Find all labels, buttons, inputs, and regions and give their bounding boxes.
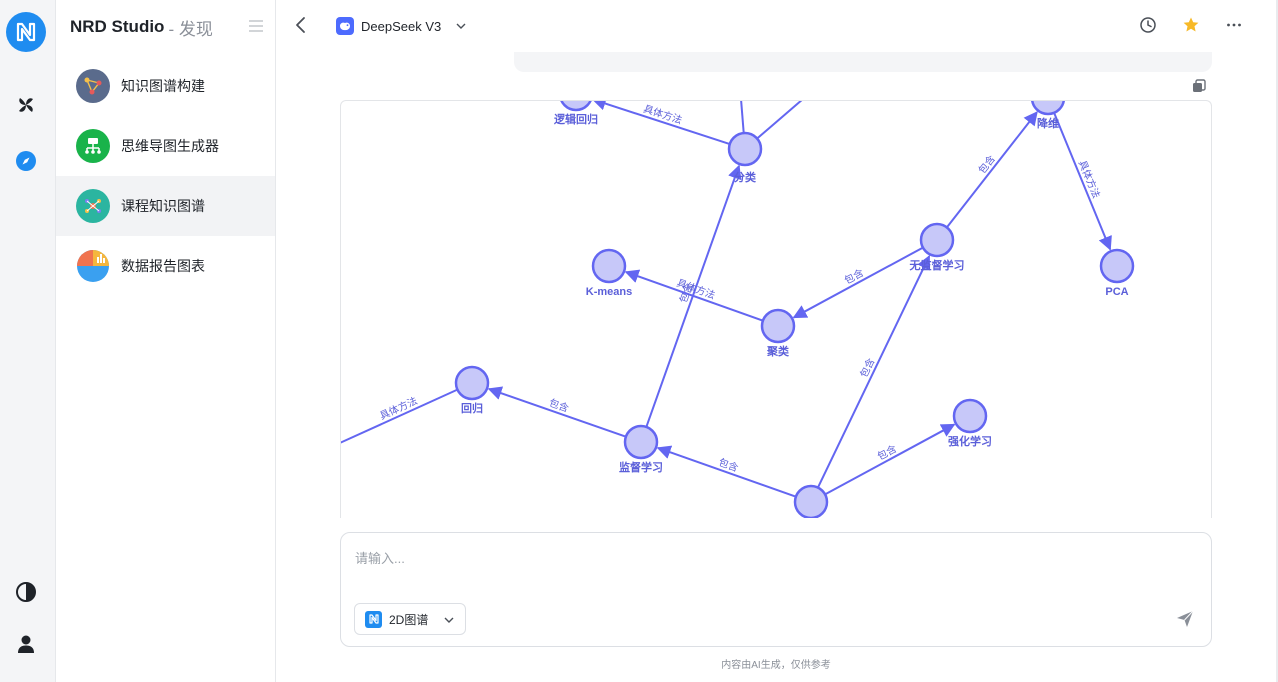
- graph-edge: [341, 388, 458, 444]
- course-graph-icon: [76, 189, 110, 223]
- graph-edge: [487, 386, 627, 438]
- graph-node-circle[interactable]: [952, 398, 988, 434]
- favorite-star-icon[interactable]: [1181, 15, 1201, 35]
- graph-node-label: PCA: [1105, 286, 1128, 298]
- collapse-menu-icon[interactable]: [248, 18, 264, 34]
- graph-node-label: 逻辑回归: [554, 112, 598, 126]
- graph-node-label: 降维: [1037, 116, 1059, 130]
- model-name: DeepSeek V3: [361, 18, 442, 34]
- app-subtitle: - 发现: [168, 19, 213, 39]
- graph-edge: [591, 101, 731, 145]
- graph-node-circle[interactable]: [1031, 101, 1065, 116]
- graph-edge-label: 包含: [857, 356, 877, 380]
- compass-icon[interactable]: [13, 148, 39, 174]
- graph-node-clustering[interactable]: 聚类: [760, 308, 796, 358]
- sidebar-item-knowledge-graph[interactable]: 知识图谱构建: [56, 56, 275, 116]
- pinwheel-icon[interactable]: [13, 92, 39, 118]
- graph-node-circle[interactable]: [1099, 248, 1135, 284]
- left-rail: [0, 0, 56, 682]
- model-selector[interactable]: DeepSeek V3: [336, 14, 467, 38]
- graph-node-logistic[interactable]: 逻辑回归: [554, 101, 598, 126]
- graph-node-supervised[interactable]: 监督学习: [619, 424, 663, 474]
- knowledge-graph-canvas[interactable]: 具体方法 包含 具体方法 包含 具体方法 包含 包含 包含 包含 包含 具体方法 逻辑回归 分类 降维无…: [340, 100, 1212, 518]
- graph-edge-label: 包含: [875, 442, 899, 463]
- graph-node-reinforcement[interactable]: 强化学习: [948, 398, 992, 448]
- message-composer: 2D图谱: [340, 532, 1212, 647]
- user-icon[interactable]: [13, 631, 39, 657]
- graph-edge: [946, 111, 1038, 229]
- graph-edge: [624, 269, 764, 322]
- deepseek-whale-icon: [336, 17, 354, 35]
- ai-disclaimer: 内容由AI生成，仅供参考: [721, 660, 831, 671]
- graph-node-circle[interactable]: [623, 424, 659, 460]
- graph-node-circle[interactable]: [454, 365, 490, 401]
- graph-edge: [1053, 112, 1112, 251]
- graph-edge-label: 包含: [842, 266, 866, 287]
- graph-node-label: 聚类: [766, 344, 790, 358]
- history-clock-icon[interactable]: [1138, 15, 1158, 35]
- theme-toggle-icon[interactable]: [13, 579, 39, 605]
- graph-mode-select[interactable]: 2D图谱: [354, 603, 466, 635]
- graph-svg[interactable]: 具体方法包含 具体方法包含具体方法包含包含包含包含包含具体方法 逻辑回归分类降维无…: [341, 101, 1212, 518]
- chevron-down-icon: [444, 617, 454, 623]
- graph-node-circle[interactable]: [560, 101, 592, 112]
- app-window: NRD Studio - 发现 知识图谱构建 思维导图生成器 课程知识图谱 数据…: [0, 0, 1278, 682]
- sidebar-header: NRD Studio - 发现: [70, 14, 266, 40]
- graph-edge-label: 包含: [717, 455, 740, 474]
- graph-node-unsupervised[interactable]: 无监督学习: [909, 222, 965, 272]
- chevron-down-icon: [456, 23, 466, 29]
- copy-icon[interactable]: [1191, 78, 1207, 94]
- graph-node-label: 回归: [461, 401, 483, 415]
- graph-node-circle[interactable]: [591, 248, 627, 284]
- graph-edge-label: 具体方法: [378, 394, 420, 422]
- sidebar-item-label: 课程知识图谱: [121, 198, 205, 214]
- graph-node-classification[interactable]: 分类: [727, 131, 763, 184]
- graph-node-label: 强化学习: [948, 434, 992, 448]
- sidebar-item-label: 知识图谱构建: [121, 78, 205, 94]
- mindmap-icon: [76, 129, 110, 163]
- graph-node-label: K-means: [586, 286, 632, 298]
- graph-node-circle[interactable]: [727, 131, 763, 167]
- back-arrow-icon[interactable]: [290, 14, 312, 36]
- nrd-mode-icon: [365, 610, 382, 628]
- top-bar: DeepSeek V3: [276, 0, 1278, 52]
- pie-chart-icon: [76, 249, 110, 283]
- message-input[interactable]: [355, 547, 1175, 569]
- graph-node-pca[interactable]: PCA: [1099, 248, 1135, 298]
- sidebar-item-mindmap[interactable]: 思维导图生成器: [56, 116, 275, 176]
- sidebar-item-data-report[interactable]: 数据报告图表: [56, 236, 275, 296]
- graph-node-label: 分类: [734, 170, 757, 184]
- sidebar-item-course-graph[interactable]: 课程知识图谱: [56, 176, 275, 236]
- sidebar-item-label: 思维导图生成器: [121, 138, 219, 154]
- graph-edge: [792, 246, 924, 319]
- previous-message-bubble: [514, 52, 1212, 72]
- graph-edge-label: 包含: [547, 396, 570, 415]
- graph-node-label: 无监督学习: [909, 258, 965, 272]
- graph-node-circle[interactable]: [919, 222, 955, 258]
- more-options-icon[interactable]: [1224, 15, 1244, 35]
- nrd-logo[interactable]: [6, 12, 46, 52]
- graph-node-kmeans[interactable]: K-means: [586, 248, 632, 298]
- sidebar-item-label: 数据报告图表: [121, 258, 205, 274]
- graph-node-circle[interactable]: [760, 308, 796, 344]
- graph-network-icon: [76, 69, 110, 103]
- graph-edge: [645, 164, 742, 428]
- send-icon[interactable]: [1175, 609, 1195, 629]
- sidebar: NRD Studio - 发现 知识图谱构建 思维导图生成器 课程知识图谱 数据…: [56, 0, 276, 682]
- graph-edge-label: 具体方法: [1076, 158, 1103, 200]
- graph-edge: [817, 254, 931, 489]
- graph-node-label: 监督学习: [619, 460, 663, 474]
- graph-edge-label: 包含: [975, 153, 998, 177]
- graph-node-regression[interactable]: 回归: [454, 365, 490, 415]
- graph-edge: [656, 445, 797, 498]
- graph-node-circle[interactable]: [793, 484, 829, 518]
- graph-edge: [824, 423, 956, 496]
- graph-mode-label: 2D图谱: [389, 612, 429, 627]
- app-title: NRD Studio: [70, 17, 165, 36]
- graph-node-ml[interactable]: [793, 484, 829, 518]
